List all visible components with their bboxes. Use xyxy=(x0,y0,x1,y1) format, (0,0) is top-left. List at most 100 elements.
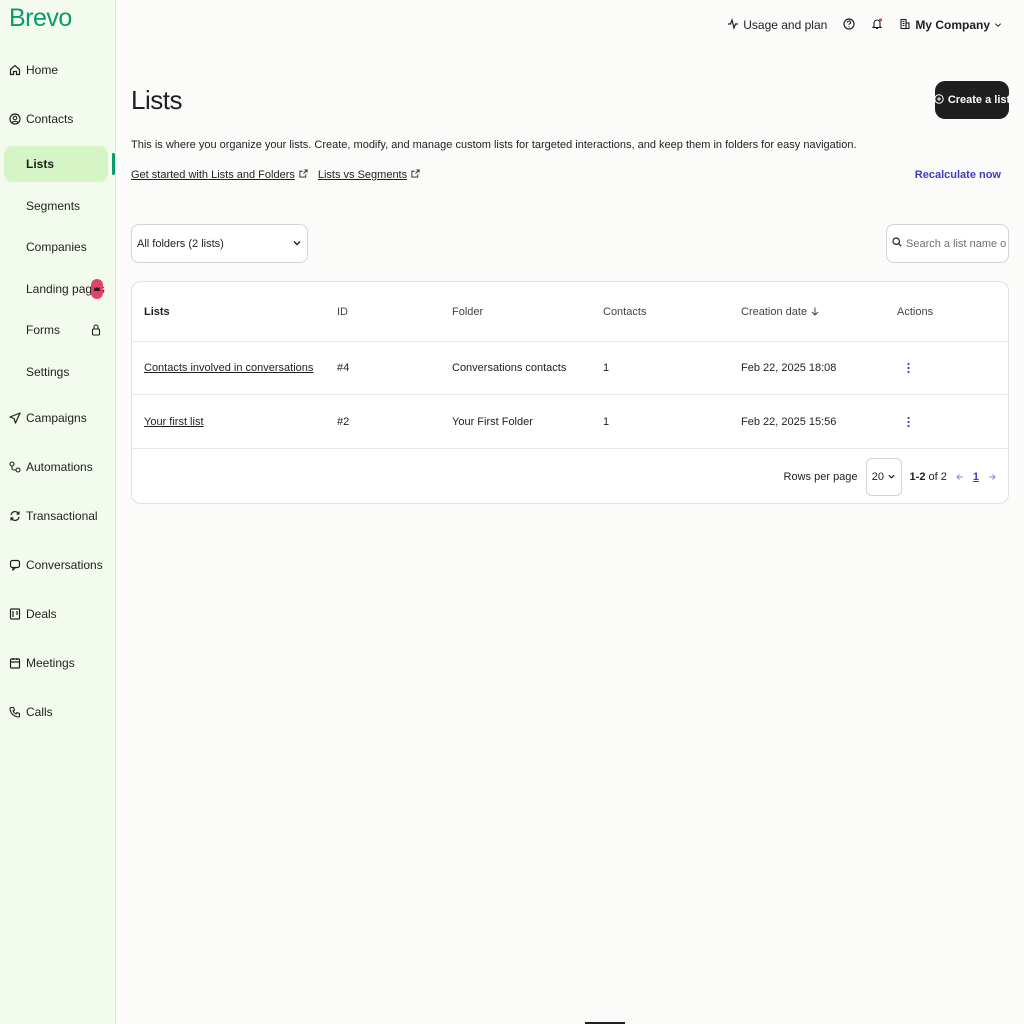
sidebar-item-label: Transactional xyxy=(26,509,98,523)
sidebar-item-contacts[interactable]: Contacts xyxy=(0,105,112,133)
help-button[interactable] xyxy=(843,17,855,33)
help-icon xyxy=(843,17,855,33)
list-contacts: 1 xyxy=(603,362,610,374)
folder-filter-select[interactable]: All folders (2 lists) xyxy=(131,224,308,263)
sidebar-subitem-segments[interactable]: Segments xyxy=(4,188,108,224)
column-header-folder[interactable]: Folder xyxy=(452,306,483,318)
list-folder: Your First Folder xyxy=(452,415,533,428)
company-label: My Company xyxy=(915,18,990,32)
sidebar-item-automations[interactable]: Automations xyxy=(0,453,112,481)
chevron-down-icon xyxy=(293,238,301,250)
search-input[interactable] xyxy=(906,237,1006,250)
range-total: of 2 xyxy=(928,470,947,483)
sidebar-subitem-companies[interactable]: Companies xyxy=(4,229,108,265)
plus-circle-icon xyxy=(934,93,944,107)
pagination: Rows per page 20 1-2 of 2 1 xyxy=(784,457,997,496)
rows-per-page-value: 20 xyxy=(871,470,884,483)
column-header-contacts[interactable]: Contacts xyxy=(603,306,646,318)
list-created: Feb 22, 2025 18:08 xyxy=(741,362,837,374)
active-indicator xyxy=(112,153,115,175)
get-started-link[interactable]: Get started with Lists and Folders xyxy=(131,169,308,181)
prev-page-icon[interactable] xyxy=(955,472,965,482)
automation-icon xyxy=(9,461,21,473)
lock-icon xyxy=(91,323,101,337)
more-actions-icon[interactable] xyxy=(901,361,915,375)
search-box xyxy=(886,224,1009,263)
list-folder: Conversations contacts xyxy=(452,362,567,374)
range-value: 1-2 xyxy=(909,470,926,483)
next-page-icon[interactable] xyxy=(987,472,997,482)
table-row: Your first list #2 Your First Folder 1 F… xyxy=(132,395,1008,449)
chat-icon xyxy=(9,559,21,571)
company-menu[interactable]: My Company xyxy=(899,18,1002,33)
list-name-link[interactable]: Contacts involved in conversations xyxy=(144,362,313,374)
page-title: Lists xyxy=(131,85,182,115)
create-list-label: Create a list xyxy=(947,94,1011,106)
usage-and-plan-button[interactable]: Usage and plan xyxy=(727,17,828,33)
more-actions-icon[interactable] xyxy=(901,415,915,429)
sidebar-item-label: Meetings xyxy=(26,656,75,670)
sidebar-item-home[interactable]: Home xyxy=(0,56,112,84)
sidebar-item-transactional[interactable]: Transactional xyxy=(0,502,112,530)
home-icon xyxy=(9,64,21,76)
list-id: #2 xyxy=(337,415,350,428)
send-icon xyxy=(9,412,21,424)
recalculate-now-link[interactable]: Recalculate now xyxy=(915,169,1001,181)
page-number-current[interactable]: 1 xyxy=(973,471,979,483)
contacts-icon xyxy=(9,113,21,125)
sidebar-item-label: Conversations xyxy=(26,558,103,572)
building-icon xyxy=(899,18,911,33)
brevo-logo[interactable]: Brevo xyxy=(9,4,72,33)
column-header-actions: Actions xyxy=(897,305,934,318)
external-link-icon xyxy=(299,169,308,181)
link-label: Lists vs Segments xyxy=(317,169,408,181)
sidebar-subitem-settings[interactable]: Settings xyxy=(4,354,108,390)
rows-per-page-select[interactable]: 20 xyxy=(865,457,902,496)
bell-icon xyxy=(871,17,883,33)
external-link-icon xyxy=(411,169,420,181)
topbar: Usage and plan My Company xyxy=(727,14,1002,36)
list-id: #4 xyxy=(337,362,350,374)
sidebar-item-label: Deals xyxy=(26,607,57,621)
column-header-id[interactable]: ID xyxy=(337,306,348,318)
sidebar: Brevo Home Contacts Lists Segments Compa… xyxy=(0,0,116,1024)
rows-per-page-label: Rows per page xyxy=(783,470,858,483)
create-list-button[interactable]: Create a list xyxy=(934,81,1011,119)
sidebar-item-conversations[interactable]: Conversations xyxy=(0,551,112,579)
sidebar-item-campaigns[interactable]: Campaigns xyxy=(0,404,112,432)
page-description: This is where you organize your lists. C… xyxy=(131,139,857,151)
sidebar-item-label: Calls xyxy=(26,705,53,719)
deals-icon xyxy=(9,608,21,620)
folder-filter-value: All folders (2 lists) xyxy=(137,237,224,250)
page-range: 1-2 of 2 xyxy=(910,471,947,483)
activity-icon xyxy=(727,17,739,33)
table-row: Contacts involved in conversations #4 Co… xyxy=(132,342,1008,395)
list-created: Feb 22, 2025 15:56 xyxy=(741,415,837,428)
link-label: Get started with Lists and Folders xyxy=(131,169,295,181)
calendar-icon xyxy=(9,657,21,669)
search-icon xyxy=(892,237,902,250)
sidebar-item-meetings[interactable]: Meetings xyxy=(0,649,112,677)
list-contacts: 1 xyxy=(603,415,610,428)
crown-icon xyxy=(91,279,103,299)
column-header-creation-date[interactable]: Creation date xyxy=(741,306,819,318)
usage-label: Usage and plan xyxy=(743,18,828,32)
sidebar-item-label: Automations xyxy=(26,460,93,474)
sidebar-item-label: Campaigns xyxy=(26,411,87,425)
sidebar-item-label: Contacts xyxy=(26,112,74,126)
refresh-icon xyxy=(9,510,21,522)
lists-table: Lists ID Folder Contacts Creation date A… xyxy=(131,281,1009,504)
help-links: Get started with Lists and Folders Lists… xyxy=(131,169,420,181)
chevron-down-icon xyxy=(888,471,895,483)
notifications-button[interactable] xyxy=(871,17,883,33)
sidebar-item-deals[interactable]: Deals xyxy=(0,600,112,628)
arrow-down-icon xyxy=(811,307,819,316)
phone-icon xyxy=(9,706,21,718)
lists-vs-segments-link[interactable]: Lists vs Segments xyxy=(318,169,420,181)
chevron-down-icon xyxy=(994,18,1002,32)
sidebar-subitem-lists[interactable]: Lists xyxy=(4,146,108,182)
list-name-link[interactable]: Your first list xyxy=(144,416,204,428)
sidebar-item-calls[interactable]: Calls xyxy=(0,698,112,726)
column-header-lists[interactable]: Lists xyxy=(144,306,170,318)
column-header-label: Creation date xyxy=(741,305,808,318)
